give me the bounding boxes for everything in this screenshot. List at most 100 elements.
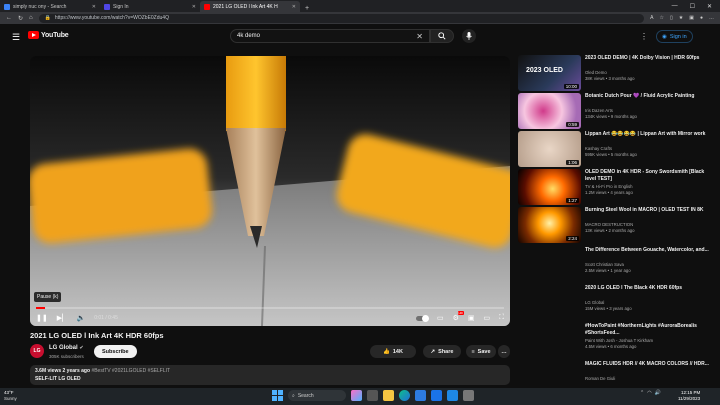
autoplay-toggle[interactable] [415,314,429,322]
minimize-icon[interactable]: — [672,3,678,9]
wifi-icon[interactable]: ◠ [647,390,651,396]
copilot-icon[interactable] [351,390,362,401]
search-button[interactable] [430,29,454,43]
captions-icon[interactable]: ▭ [437,314,444,322]
refresh-icon[interactable]: ↻ [18,15,23,22]
pause-icon[interactable]: ❚❚ [36,314,48,322]
recommendation-title[interactable]: #HowToPaint #NorthernLights #AuroraBorea… [585,323,713,336]
recommendation-title[interactable]: MAGIC FLUIDS HDR // 4K MACRO COLORS // H… [585,361,713,368]
favorite-star-icon[interactable]: ☆ [660,15,664,21]
recommendation-title[interactable]: OLED DEMO in 4K HDR - Sony Swordsmith [B… [585,169,713,182]
task-view-icon[interactable] [367,390,378,401]
browser-tab-youtube[interactable]: 2021 LG OLED l Ink Art 4K H ✕ [200,1,300,12]
recommendation-title[interactable]: Botanic Dutch Pour 💜 / Fluid Acrylic Pai… [585,93,713,100]
fullscreen-icon[interactable]: ⛶ [499,314,504,322]
close-tab-icon[interactable]: ✕ [92,4,96,10]
split-screen-icon[interactable]: ▯ [670,15,673,21]
recommendation-card[interactable]: 2023 OLED 10:00 2023 OLED DEMO | 4K Dolby … [518,55,714,91]
like-button[interactable]: 👍 14K [370,345,416,358]
collections-icon[interactable]: ▣ [689,15,694,21]
taskbar-clock[interactable]: 12:15 PM 11/29/2023 [678,390,700,402]
settings-gear-icon[interactable]: ⚙ HD [453,311,464,322]
taskbar-search[interactable]: ⌕ Search [288,390,346,401]
share-button[interactable]: ↗ Share [423,345,461,358]
recommendation-channel[interactable]: Paint With Josh - Joshua T Kirkham [585,338,653,343]
channel-name[interactable]: LG Global ✔ [49,345,84,351]
recommendation-card[interactable]: 1:27 OLED DEMO in 4K HDR - Sony Swordsmit… [518,169,714,205]
recommendation-card[interactable]: 2:24 Burning Steel Wool in MACRO | OLED T… [518,207,714,243]
maximize-icon[interactable]: ☐ [690,3,695,10]
hamburger-menu-icon[interactable]: ☰ [12,32,20,43]
volume-icon[interactable]: 🔈 [77,314,86,322]
home-icon[interactable]: ⌂ [29,15,33,21]
recommendation-title[interactable]: The Difference Between Gouache, Watercol… [585,247,713,254]
recommendation-card[interactable]: The Difference Between Gouache, Watercol… [518,247,714,283]
recommendation-card[interactable]: #HowToPaint #NorthernLights #AuroraBorea… [518,323,714,359]
speaker-icon[interactable]: 🔊 [655,390,661,396]
recommendation-card[interactable]: 0:59 Botanic Dutch Pour 💜 / Fluid Acrylic… [518,93,714,129]
browser-tab-search[interactable]: simply nuc ony - Search ✕ [0,1,100,12]
youtube-logo[interactable]: YouTube [28,31,69,39]
photos-icon[interactable] [447,390,458,401]
sign-in-button[interactable]: ◉ Sign in [656,30,693,43]
profile-icon[interactable]: ● [700,15,703,21]
close-tab-icon[interactable]: ✕ [292,4,296,10]
windows-start-icon[interactable] [272,390,283,401]
tray-chevron-icon[interactable]: ⌃ [640,390,644,396]
recommendation-title[interactable]: Burning Steel Wool in MACRO | OLED TEST … [585,207,713,214]
progress-bar[interactable] [36,307,504,309]
video-player[interactable]: Pause (k) ❚❚ ▶▏ 🔈 0:01 / 0:45 ▭ ⚙ HD ▣ ▭ … [30,56,510,326]
settings-kebab-icon[interactable]: ⋮ [640,32,648,41]
recommendation-meta: 15M views • 3 years ago [585,306,632,311]
mail-icon[interactable] [431,390,442,401]
close-tab-icon[interactable]: ✕ [192,4,196,10]
miniplayer-icon[interactable]: ▣ [468,314,475,322]
recommendation-channel[interactable]: Iris Dazen Arts [585,108,613,113]
recommendation-channel[interactable]: Scott Christian Sava [585,262,624,267]
favorites-icon[interactable]: ★ [679,15,683,21]
new-tab-button[interactable]: + [300,5,314,12]
recommendation-channel[interactable]: Roman De Giuli [585,376,615,381]
recommendation-channel[interactable]: Oled Demo [585,70,607,75]
browser-tab-signin[interactable]: Sign In ✕ [100,1,200,12]
recommendation-title[interactable]: 2020 LG OLED l The Black 4K HDR 60fps [585,285,713,292]
edge-browser-icon[interactable] [399,390,410,401]
recommendation-channel[interactable]: LG Global [585,300,604,305]
video-thumbnail[interactable]: 0:59 [518,93,581,129]
recommendation-channel[interactable]: MACRO DESTRUCTION [585,222,633,227]
recommendation-meta: 4.5M views • 6 months ago [585,344,637,349]
hashtags[interactable]: #BestTV #2021LGOLED #SELFLIT [91,368,170,374]
recommendation-card[interactable]: 1:06 Lippan Art 😂😂😂😂 | Lippan Art with Mi… [518,131,714,167]
recommendation-card[interactable]: 2020 LG OLED l The Black 4K HDR 60fps LG … [518,285,714,321]
settings-app-icon[interactable] [463,390,474,401]
video-thumbnail[interactable]: 1:27 [518,169,581,205]
browser-menu-icon[interactable]: … [709,15,714,21]
video-thumbnail[interactable]: 2023 OLED 10:00 [518,55,581,91]
store-icon[interactable] [415,390,426,401]
more-actions-button[interactable]: … [498,345,510,358]
file-explorer-icon[interactable] [383,390,394,401]
weather-widget[interactable]: 43°F Sunny [4,390,17,402]
theater-mode-icon[interactable]: ▭ [483,314,490,322]
read-aloud-icon[interactable]: A [650,15,653,21]
views-and-age: 3.6M views 2 years ago [35,368,91,374]
recommendation-title[interactable]: 2023 OLED DEMO | 4K Dolby Vision | HDR 6… [585,55,713,62]
recommendation-channel[interactable]: TV & Hi-Fi Pro in English [585,184,633,189]
video-thumbnail[interactable]: 1:06 [518,131,581,167]
save-button[interactable]: ≡ Save [466,345,496,358]
next-video-icon[interactable]: ▶▏ [57,314,68,322]
clear-search-icon[interactable]: ✕ [416,32,423,41]
back-icon[interactable]: ← [6,15,12,21]
subscribe-button[interactable]: Subscribe [94,345,137,358]
voice-search-button[interactable] [462,29,476,43]
description-box[interactable]: 3.6M views 2 years ago #BestTV #2021LGOL… [30,365,510,385]
recommendation-title[interactable]: Lippan Art 😂😂😂😂 | Lippan Art with Mirror… [585,131,713,138]
signin-favicon-icon [104,3,110,10]
video-thumbnail[interactable]: 2:24 [518,207,581,243]
close-window-icon[interactable]: ✕ [707,3,712,10]
recommendation-meta: 595K views • 5 months ago [585,152,637,157]
recommendation-channel[interactable]: Kashay Crafts [585,146,612,151]
channel-avatar[interactable]: LG [30,344,44,358]
url-field[interactable]: 🔒 https://www.youtube.com/watch?v=WOZbE0… [38,13,645,23]
search-input[interactable]: 4k demo ✕ [230,29,430,43]
